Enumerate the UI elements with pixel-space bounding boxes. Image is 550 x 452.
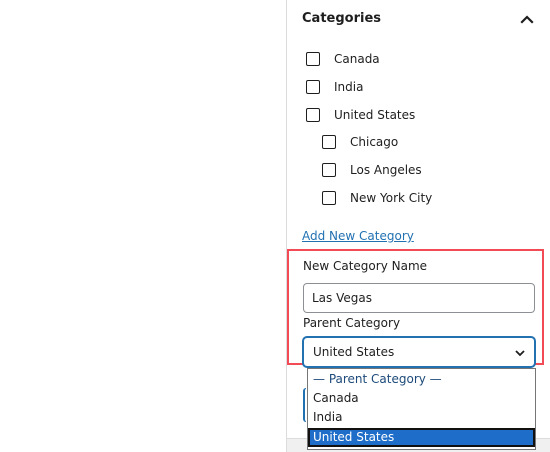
- category-label: United States: [334, 108, 416, 122]
- add-category-button-edge[interactable]: [303, 388, 306, 422]
- category-item-united-states[interactable]: United States: [306, 106, 415, 124]
- category-label: New York City: [350, 191, 433, 205]
- category-label: India: [334, 80, 364, 94]
- add-new-category-link[interactable]: Add New Category: [302, 229, 414, 243]
- category-checkbox[interactable]: [306, 52, 320, 66]
- chevron-down-icon: [515, 350, 525, 357]
- category-item-chicago[interactable]: Chicago: [322, 133, 398, 151]
- category-item-new-york-city[interactable]: New York City: [322, 189, 432, 207]
- parent-category-dropdown: — Parent Category — Canada India United …: [307, 368, 536, 450]
- category-item-los-angeles[interactable]: Los Angeles: [322, 161, 422, 179]
- parent-category-label: Parent Category: [303, 316, 401, 330]
- dropdown-option-canada[interactable]: Canada: [308, 389, 535, 408]
- category-label: Chicago: [350, 135, 399, 149]
- dropdown-option-india[interactable]: India: [308, 408, 535, 427]
- dropdown-option-united-states[interactable]: United States: [308, 428, 535, 447]
- parent-category-selected-value: United States: [313, 345, 395, 359]
- category-checkbox[interactable]: [322, 191, 336, 205]
- dropdown-option-placeholder[interactable]: — Parent Category —: [308, 370, 535, 389]
- category-checkbox[interactable]: [306, 108, 320, 122]
- new-category-name-input[interactable]: [303, 283, 535, 313]
- category-item-india[interactable]: India: [306, 78, 363, 96]
- parent-category-select[interactable]: United States: [303, 337, 535, 367]
- panel-title: Categories: [302, 11, 382, 26]
- category-item-canada[interactable]: Canada: [306, 50, 380, 68]
- panel-divider: [286, 0, 287, 452]
- category-label: Los Angeles: [350, 163, 422, 177]
- category-label: Canada: [334, 52, 380, 66]
- new-category-name-label: New Category Name: [303, 259, 428, 273]
- chevron-up-icon[interactable]: [515, 8, 539, 30]
- category-checkbox[interactable]: [322, 163, 336, 177]
- screen: Categories Canada India United States Ch…: [0, 0, 550, 452]
- category-checkbox[interactable]: [306, 80, 320, 94]
- category-checkbox[interactable]: [322, 135, 336, 149]
